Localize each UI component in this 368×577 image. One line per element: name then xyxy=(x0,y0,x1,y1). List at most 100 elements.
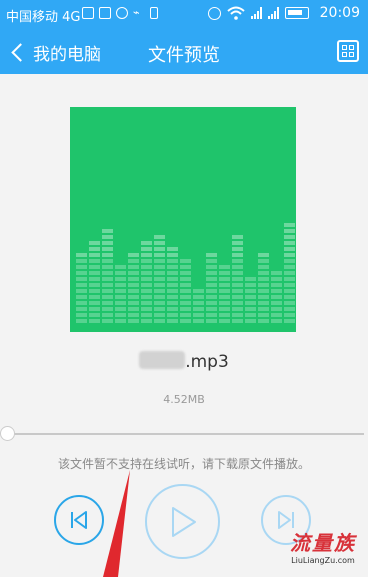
equalizer-segment xyxy=(76,295,87,299)
equalizer-segment xyxy=(232,271,243,275)
equalizer-segment xyxy=(128,253,139,257)
equalizer-segment xyxy=(76,277,87,281)
equalizer-segment xyxy=(219,319,230,323)
equalizer-segment xyxy=(271,295,282,299)
equalizer-segment xyxy=(115,313,126,317)
equalizer-segment xyxy=(284,271,295,275)
equalizer-segment xyxy=(167,313,178,317)
equalizer-segment xyxy=(76,301,87,305)
equalizer-segment xyxy=(232,289,243,293)
equalizer-segment xyxy=(180,277,191,281)
equalizer-segment xyxy=(89,265,100,269)
equalizer-segment xyxy=(141,253,152,257)
equalizer-segment xyxy=(219,265,230,269)
equalizer-segment xyxy=(258,265,269,269)
equalizer-segment xyxy=(258,313,269,317)
equalizer-segment xyxy=(141,247,152,251)
shield-icon xyxy=(116,7,128,19)
progress-thumb[interactable] xyxy=(0,426,15,441)
equalizer-segment xyxy=(76,313,87,317)
equalizer-segment xyxy=(232,319,243,323)
equalizer-segment xyxy=(89,271,100,275)
equalizer-segment xyxy=(102,289,113,293)
equalizer-segment xyxy=(76,253,87,257)
equalizer-segment xyxy=(232,253,243,257)
equalizer-segment xyxy=(141,259,152,263)
equalizer-segment xyxy=(206,319,217,323)
previous-icon xyxy=(71,511,87,529)
equalizer-segment xyxy=(102,313,113,317)
equalizer-segment xyxy=(258,289,269,293)
equalizer-segment xyxy=(102,265,113,269)
qr-code-icon[interactable] xyxy=(337,40,359,62)
equalizer-segment xyxy=(102,229,113,233)
equalizer-segment xyxy=(193,307,204,311)
equalizer-segment xyxy=(232,313,243,317)
equalizer-segment xyxy=(102,283,113,287)
equalizer-segment xyxy=(115,301,126,305)
equalizer-segment xyxy=(271,313,282,317)
battery-saver-icon xyxy=(150,7,158,19)
equalizer-segment xyxy=(284,259,295,263)
equalizer-segment xyxy=(115,265,126,269)
equalizer-segment xyxy=(115,307,126,311)
equalizer-segment xyxy=(167,307,178,311)
equalizer-segment xyxy=(115,277,126,281)
equalizer-segment xyxy=(284,247,295,251)
equalizer-segment xyxy=(76,271,87,275)
equalizer-segment xyxy=(154,319,165,323)
play-button[interactable] xyxy=(145,484,220,559)
equalizer-segment xyxy=(89,313,100,317)
signal-icon xyxy=(251,7,262,19)
equalizer-segment xyxy=(102,277,113,281)
equalizer-segment xyxy=(219,307,230,311)
equalizer-segment xyxy=(284,301,295,305)
equalizer-segment xyxy=(193,289,204,293)
equalizer-segment xyxy=(115,283,126,287)
equalizer-segment xyxy=(154,241,165,245)
equalizer-segment xyxy=(232,283,243,287)
equalizer-segment xyxy=(180,313,191,317)
equalizer-segment xyxy=(128,259,139,263)
equalizer-segment xyxy=(284,241,295,245)
title-bar: 我的电脑 文件预览 xyxy=(0,30,368,74)
equalizer-segment xyxy=(232,295,243,299)
equalizer-segment xyxy=(219,277,230,281)
equalizer-segment xyxy=(284,253,295,257)
equalizer-segment xyxy=(102,295,113,299)
equalizer-segment xyxy=(141,277,152,281)
equalizer-segment xyxy=(167,265,178,269)
equalizer-segment xyxy=(128,301,139,305)
equalizer-segment xyxy=(258,283,269,287)
equalizer-segment xyxy=(76,259,87,263)
equalizer-segment xyxy=(89,283,100,287)
equalizer-segment xyxy=(245,301,256,305)
watermark-logo: 流量族 xyxy=(290,531,356,555)
equalizer-segment xyxy=(102,307,113,311)
equalizer-segment xyxy=(206,265,217,269)
equalizer-segment xyxy=(89,301,100,305)
equalizer-segment xyxy=(154,277,165,281)
previous-button[interactable] xyxy=(54,495,104,545)
equalizer-segment xyxy=(180,271,191,275)
equalizer-segment xyxy=(271,307,282,311)
keyboard-icon xyxy=(99,7,111,19)
usb-icon: ⌁ xyxy=(133,6,140,19)
equalizer-segment xyxy=(89,295,100,299)
equalizer-segment xyxy=(271,277,282,281)
equalizer-segment xyxy=(89,289,100,293)
equalizer-segment xyxy=(180,289,191,293)
progress-track[interactable] xyxy=(8,433,364,435)
file-name: .mp3 xyxy=(0,351,368,372)
equalizer-segment xyxy=(232,277,243,281)
equalizer-segment xyxy=(219,313,230,317)
equalizer-segment xyxy=(167,319,178,323)
equalizer-segment xyxy=(271,283,282,287)
equalizer-segment xyxy=(245,295,256,299)
play-icon xyxy=(171,506,196,537)
equalizer-segment xyxy=(167,295,178,299)
equalizer-segment xyxy=(76,265,87,269)
equalizer-segment xyxy=(206,253,217,257)
file-name-suffix: .mp3 xyxy=(185,352,229,372)
equalizer-segment xyxy=(128,313,139,317)
